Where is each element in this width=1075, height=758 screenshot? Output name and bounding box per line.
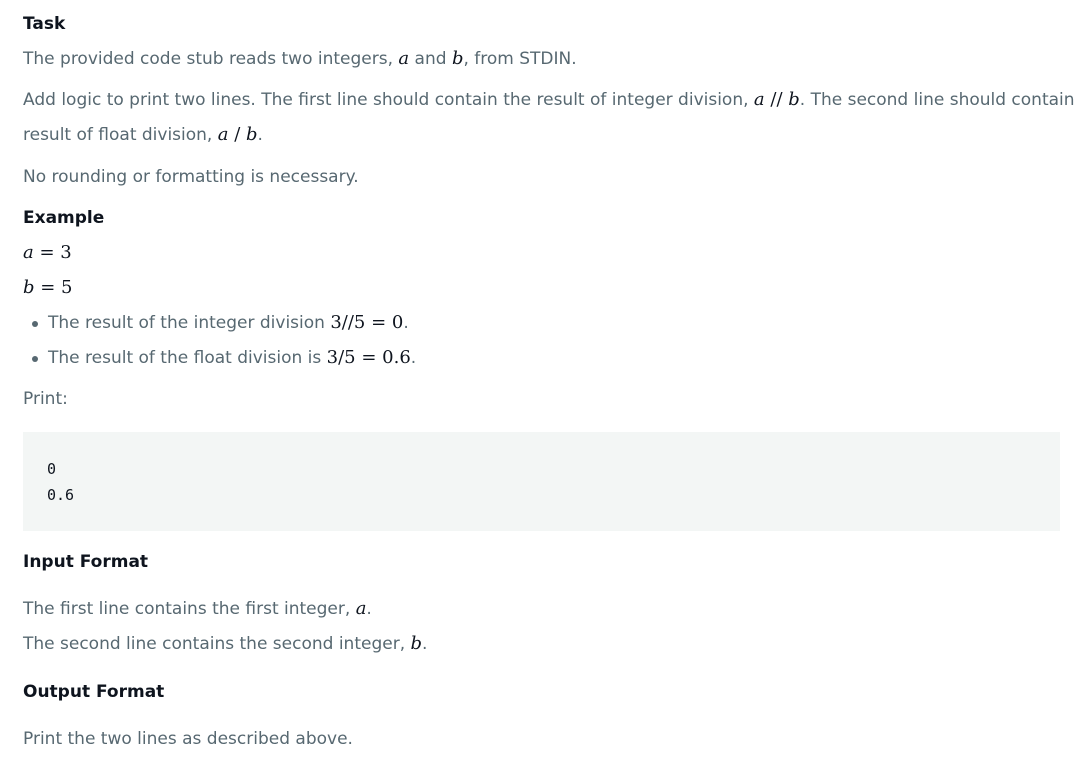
bullet-icon <box>32 356 38 362</box>
bullet-math: 3//5 = 0 <box>330 312 404 333</box>
input-line2-text: The second line contains the second inte… <box>23 634 411 654</box>
var-a: a <box>355 598 367 619</box>
output-format-line1: Print the two lines as described above. <box>23 729 353 749</box>
example-eq-a: a = 3 <box>23 241 72 265</box>
eq-b-value: = 5 <box>34 277 73 298</box>
var-a: a <box>398 48 410 69</box>
var-b: b <box>451 48 464 69</box>
var-a: a <box>23 242 34 263</box>
bullet-label: The result of the integer division <box>48 313 331 333</box>
task-intro-post: , from STDIN. <box>463 49 577 69</box>
code-block: 0 0.6 <box>23 432 1060 531</box>
example-heading: Example <box>23 208 105 228</box>
var-b: b <box>23 277 35 298</box>
var-a: a <box>217 124 229 145</box>
task-heading: Task <box>23 14 66 34</box>
task-para2-line2-text: result of float division, <box>23 125 218 145</box>
task-para2-text: Add logic to print two lines. The first … <box>23 90 754 110</box>
float-div-operator: / <box>228 124 246 145</box>
list-item: The result of the integer division 3//5 … <box>23 311 523 335</box>
var-b: b <box>410 633 423 654</box>
int-div-operator: // <box>764 89 789 110</box>
example-eq-b: b = 5 <box>23 276 73 300</box>
task-intro-pre: The provided code stub reads two integer… <box>23 49 399 69</box>
list-item: The result of the float division is 3/5 … <box>23 346 523 370</box>
code-line: 0 <box>47 460 57 478</box>
output-format-heading: Output Format <box>23 682 165 702</box>
input-format-line1: The first line contains the first intege… <box>23 597 372 621</box>
task-para2-line1: Add logic to print two lines. The first … <box>23 88 1075 112</box>
bullet-icon <box>32 321 38 327</box>
bullet-text: The result of the float division is 3/5 … <box>48 346 416 370</box>
task-para2-text-end: . The second line should contain the <box>799 90 1075 110</box>
code-line: 0.6 <box>47 486 75 504</box>
input-line2-end: . <box>422 634 428 654</box>
var-b: b <box>246 124 258 145</box>
input-format-heading: Input Format <box>23 552 149 572</box>
task-para3: No rounding or formatting is necessary. <box>23 167 359 187</box>
task-intro: The provided code stub reads two integer… <box>23 47 577 71</box>
task-intro-mid: and <box>409 49 452 69</box>
bullet-label: The result of the float division is <box>48 348 327 368</box>
var-a: a <box>753 89 765 110</box>
bullet-end: . <box>403 313 409 333</box>
eq-a-value: = 3 <box>33 242 72 263</box>
input-line1-end: . <box>366 599 372 619</box>
bullet-math: 3/5 = 0.6 <box>326 347 411 368</box>
var-b: b <box>788 89 800 110</box>
task-para2-line2-end: . <box>257 125 263 145</box>
bullet-text: The result of the integer division 3//5 … <box>48 311 409 335</box>
bullet-end: . <box>410 348 417 368</box>
input-format-line2: The second line contains the second inte… <box>23 632 427 656</box>
input-line1-text: The first line contains the first intege… <box>23 599 356 619</box>
print-label: Print: <box>23 389 68 409</box>
task-para2-line2: result of float division, a / b. <box>23 123 263 147</box>
